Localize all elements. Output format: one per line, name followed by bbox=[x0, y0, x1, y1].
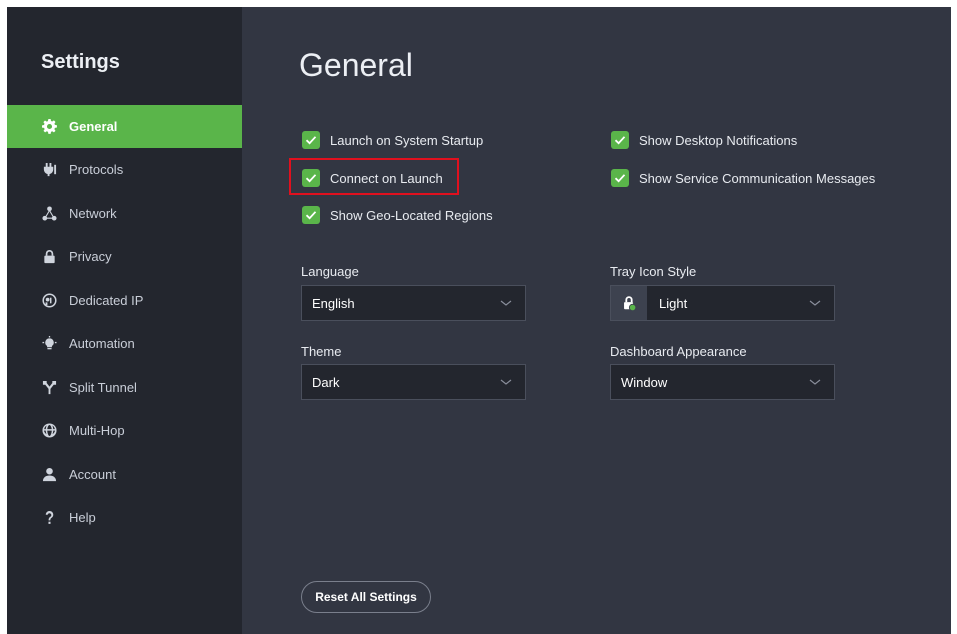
settings-window: Settings General Protocols Network Priva… bbox=[7, 7, 951, 634]
sidebar-item-privacy[interactable]: Privacy bbox=[7, 235, 242, 279]
sidebar-item-multi-hop[interactable]: Multi-Hop bbox=[7, 409, 242, 453]
sidebar-item-protocols[interactable]: Protocols bbox=[7, 148, 242, 192]
sidebar-item-dedicated-ip[interactable]: Dedicated IP bbox=[7, 279, 242, 323]
main-panel: General Launch on System Startup Connect… bbox=[242, 7, 951, 634]
reset-all-settings-button[interactable]: Reset All Settings bbox=[301, 581, 431, 613]
sidebar: Settings General Protocols Network Priva… bbox=[7, 7, 242, 634]
sidebar-item-general[interactable]: General bbox=[7, 105, 242, 148]
checkbox-label: Launch on System Startup bbox=[330, 132, 484, 148]
plug-icon bbox=[41, 162, 57, 178]
sidebar-nav: General Protocols Network Privacy Dedica… bbox=[7, 105, 242, 540]
check-icon bbox=[302, 131, 320, 149]
theme-select[interactable]: Dark bbox=[301, 364, 526, 400]
geo-located-regions-checkbox[interactable]: Show Geo-Located Regions bbox=[302, 206, 493, 224]
person-icon bbox=[41, 466, 57, 482]
chevron-down-icon bbox=[499, 296, 513, 310]
dashboard-appearance-label: Dashboard Appearance bbox=[610, 344, 747, 359]
chevron-down-icon bbox=[808, 296, 822, 310]
sidebar-item-label: Multi-Hop bbox=[69, 423, 125, 439]
tray-icon-style-select[interactable]: Light bbox=[610, 285, 835, 321]
page-title: General bbox=[299, 47, 413, 83]
sidebar-item-network[interactable]: Network bbox=[7, 192, 242, 236]
check-icon bbox=[611, 131, 629, 149]
gear-icon bbox=[41, 119, 57, 135]
dedicated-ip-icon bbox=[41, 292, 57, 308]
sidebar-item-split-tunnel[interactable]: Split Tunnel bbox=[7, 366, 242, 410]
question-icon bbox=[41, 510, 57, 526]
split-icon bbox=[41, 379, 57, 395]
theme-value: Dark bbox=[312, 374, 340, 390]
sidebar-item-account[interactable]: Account bbox=[7, 453, 242, 497]
language-label: Language bbox=[301, 264, 359, 279]
sidebar-item-label: Protocols bbox=[69, 162, 124, 178]
checkbox-label: Connect on Launch bbox=[330, 170, 443, 186]
tray-lock-icon bbox=[611, 286, 647, 320]
checkbox-label: Show Desktop Notifications bbox=[639, 132, 798, 148]
sidebar-item-label: Dedicated IP bbox=[69, 292, 144, 308]
lightbulb-icon bbox=[41, 336, 57, 352]
language-select[interactable]: English bbox=[301, 285, 526, 321]
connect-on-launch-checkbox[interactable]: Connect on Launch bbox=[302, 169, 443, 187]
check-icon bbox=[302, 169, 320, 187]
network-icon bbox=[41, 205, 57, 221]
sidebar-title: Settings bbox=[41, 51, 120, 73]
sidebar-item-label: Privacy bbox=[69, 249, 112, 265]
sidebar-item-label: Help bbox=[69, 510, 96, 526]
service-messages-checkbox[interactable]: Show Service Communication Messages bbox=[611, 169, 875, 187]
sidebar-item-label: Account bbox=[69, 466, 116, 482]
tray-icon-style-value: Light bbox=[659, 295, 688, 311]
theme-label: Theme bbox=[301, 344, 342, 359]
chevron-down-icon bbox=[808, 375, 822, 389]
checkbox-label: Show Geo-Located Regions bbox=[330, 207, 493, 223]
tray-icon-style-label: Tray Icon Style bbox=[610, 264, 697, 279]
lock-icon bbox=[41, 249, 57, 265]
checkbox-label: Show Service Communication Messages bbox=[639, 170, 876, 186]
dashboard-appearance-select[interactable]: Window bbox=[610, 364, 835, 400]
check-icon bbox=[302, 206, 320, 224]
globe-icon bbox=[41, 423, 57, 439]
dashboard-appearance-value: Window bbox=[621, 374, 668, 390]
sidebar-item-label: Network bbox=[69, 205, 117, 221]
check-icon bbox=[611, 169, 629, 187]
desktop-notifications-checkbox[interactable]: Show Desktop Notifications bbox=[611, 131, 797, 149]
sidebar-item-help[interactable]: Help bbox=[7, 496, 242, 540]
launch-on-startup-checkbox[interactable]: Launch on System Startup bbox=[302, 131, 483, 149]
sidebar-item-automation[interactable]: Automation bbox=[7, 322, 242, 366]
sidebar-item-label: General bbox=[69, 119, 118, 134]
language-value: English bbox=[312, 295, 355, 311]
sidebar-item-label: Split Tunnel bbox=[69, 379, 137, 395]
chevron-down-icon bbox=[499, 375, 513, 389]
sidebar-item-label: Automation bbox=[69, 336, 135, 352]
